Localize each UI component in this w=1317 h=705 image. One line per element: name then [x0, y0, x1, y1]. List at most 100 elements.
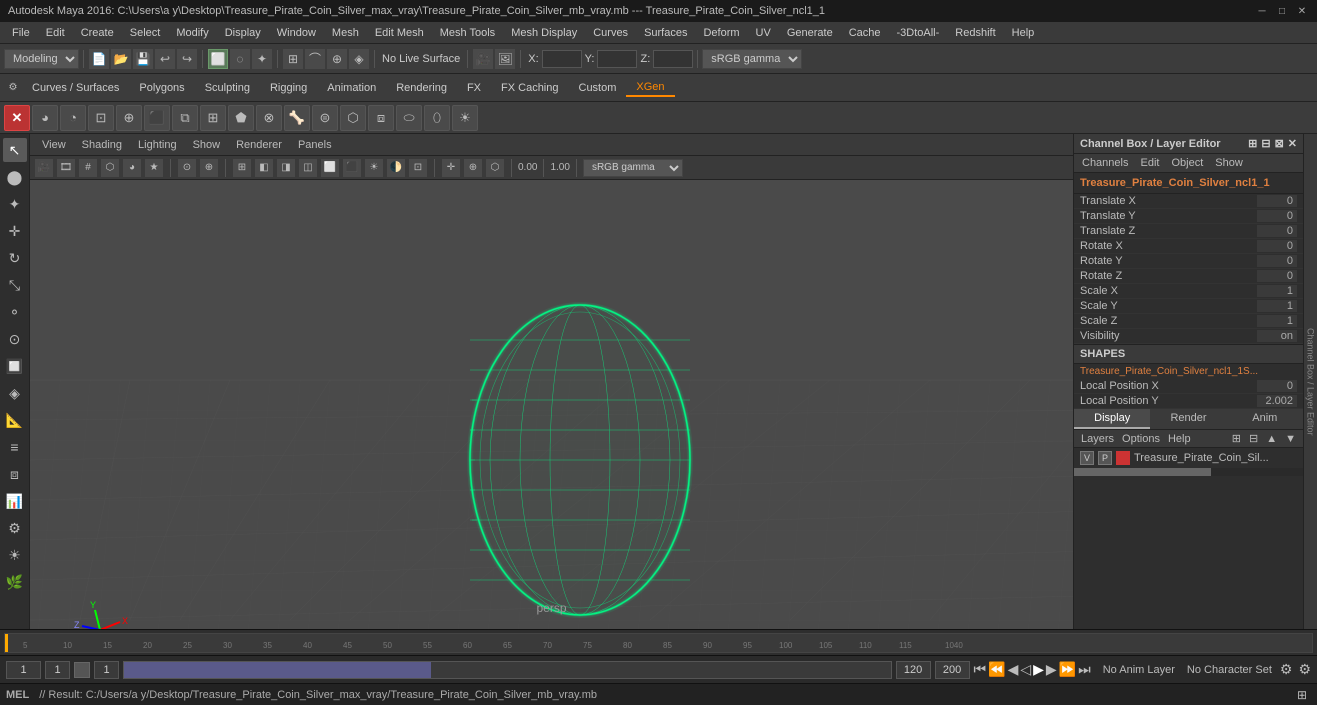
- snap-surface-icon[interactable]: ◈: [349, 49, 369, 69]
- outliner-icon[interactable]: ≡: [3, 435, 27, 459]
- view-tab-shading[interactable]: Shading: [74, 139, 130, 151]
- vp-select2-icon[interactable]: ⬡: [486, 159, 504, 177]
- snap-curve-icon[interactable]: ⌒: [305, 49, 325, 69]
- snap2-tool[interactable]: ◈: [3, 381, 27, 405]
- channel-local-pos-x[interactable]: Local Position X 0: [1074, 379, 1303, 394]
- move-lasso-tool[interactable]: ⬤: [3, 165, 27, 189]
- menu-edit[interactable]: Edit: [38, 22, 73, 43]
- vp-shadow-icon[interactable]: 🌓: [387, 159, 405, 177]
- tab-anim[interactable]: Anim: [1227, 409, 1303, 429]
- menu-select[interactable]: Select: [122, 22, 169, 43]
- render-icon[interactable]: 🖼: [495, 49, 515, 69]
- vp-shading4-icon[interactable]: ◫: [299, 159, 317, 177]
- timeline[interactable]: 5 10 15 20 25 30 35 40 45 50 55 60 65 70…: [0, 629, 1317, 655]
- tab-fx[interactable]: FX: [457, 80, 491, 96]
- select-mode-icon[interactable]: ⬜: [208, 49, 228, 69]
- vp-isolate-icon[interactable]: ⊙: [178, 159, 196, 177]
- view-tab-panels[interactable]: Panels: [290, 139, 340, 151]
- layer-add-icon[interactable]: ⊞: [1229, 432, 1244, 445]
- light-icon[interactable]: ☀: [452, 105, 478, 131]
- play-fwd-button[interactable]: ▶: [1033, 661, 1044, 678]
- joint-icon[interactable]: ⊗: [256, 105, 282, 131]
- workspace-dropdown[interactable]: Modeling: [4, 49, 79, 69]
- snap-point-icon[interactable]: ⊕: [327, 49, 347, 69]
- object-icon[interactable]: ⬛: [144, 105, 170, 131]
- layer-scrollbar[interactable]: [1074, 468, 1303, 476]
- color-space-dropdown[interactable]: sRGB gamma: [583, 159, 683, 177]
- paint-select-icon[interactable]: ✦: [252, 49, 272, 69]
- menu-display[interactable]: Display: [217, 22, 269, 43]
- tab-render[interactable]: Render: [1150, 409, 1226, 429]
- snap-tool[interactable]: 🔲: [3, 354, 27, 378]
- timeline-track[interactable]: 5 10 15 20 25 30 35 40 45 50 55 60 65 70…: [4, 633, 1313, 653]
- layers-icon[interactable]: ⧈: [368, 105, 394, 131]
- window-controls[interactable]: ─ □ ✕: [1255, 4, 1309, 18]
- ik-icon[interactable]: 🦴: [284, 105, 310, 131]
- channel-scale-y[interactable]: Scale Y 1: [1074, 299, 1303, 314]
- save-icon[interactable]: 💾: [133, 49, 153, 69]
- redo-icon[interactable]: ↪: [177, 49, 197, 69]
- view-tab-show[interactable]: Show: [185, 139, 229, 151]
- z-input[interactable]: [653, 50, 693, 68]
- view-tab-lighting[interactable]: Lighting: [130, 139, 185, 151]
- menu-window[interactable]: Window: [269, 22, 324, 43]
- vp-manip-icon[interactable]: ⊕: [464, 159, 482, 177]
- x-icon[interactable]: ✕: [4, 105, 30, 131]
- vp-snap-icon[interactable]: ⊕: [200, 159, 218, 177]
- menu-redshift[interactable]: Redshift: [947, 22, 1003, 43]
- play-back-button[interactable]: ◁: [1020, 661, 1031, 678]
- tab-display[interactable]: Display: [1074, 409, 1150, 429]
- xgen-tool[interactable]: 🌿: [3, 570, 27, 594]
- viewport-3d[interactable]: X Y Z persp: [30, 180, 1073, 629]
- tab-sculpting[interactable]: Sculpting: [195, 80, 260, 96]
- paint-tool[interactable]: ✦: [3, 192, 27, 216]
- layer-scrollbar-thumb[interactable]: [1074, 468, 1211, 476]
- channel-icon[interactable]: 📊: [3, 489, 27, 513]
- channel-rotate-x[interactable]: Rotate X 0: [1074, 239, 1303, 254]
- cb-collapse-icon[interactable]: ⊟: [1261, 137, 1270, 150]
- cluster-icon[interactable]: ⊜: [312, 105, 338, 131]
- layer-up-icon[interactable]: ▲: [1263, 433, 1280, 445]
- new-file-icon[interactable]: 📄: [89, 49, 109, 69]
- vp-resolution-icon[interactable]: ⊞: [233, 159, 251, 177]
- tab-curves-surfaces[interactable]: Curves / Surfaces: [22, 80, 129, 96]
- menu-generate[interactable]: Generate: [779, 22, 841, 43]
- layer-remove-icon[interactable]: ⊟: [1246, 432, 1261, 445]
- prev-frame-button[interactable]: ◀: [1008, 661, 1019, 678]
- tab-custom[interactable]: Custom: [569, 80, 627, 96]
- ch-menu-edit[interactable]: Edit: [1136, 156, 1163, 170]
- status-grid-icon[interactable]: ⊞: [1293, 686, 1311, 704]
- start-frame-input[interactable]: [45, 661, 70, 679]
- layer-visibility-toggle[interactable]: V: [1080, 451, 1094, 465]
- lasso-icon[interactable]: ◌: [230, 49, 250, 69]
- ch-menu-object[interactable]: Object: [1167, 156, 1207, 170]
- menu-modify[interactable]: Modify: [168, 22, 216, 43]
- cb-expand-icon[interactable]: ⊞: [1248, 137, 1257, 150]
- ch-menu-channels[interactable]: Channels: [1078, 156, 1132, 170]
- vp-quality-icon[interactable]: ★: [145, 159, 163, 177]
- channel-rotate-z[interactable]: Rotate Z 0: [1074, 269, 1303, 284]
- blend-icon[interactable]: ⬡: [340, 105, 366, 131]
- attribute-editor-tab[interactable]: Channel Box / Layer Editor: [1303, 134, 1317, 629]
- layer-menu-layers[interactable]: Layers: [1078, 433, 1117, 445]
- material-icon[interactable]: ⬭: [396, 105, 422, 131]
- measure-tool[interactable]: 📐: [3, 408, 27, 432]
- tab-fx-caching[interactable]: FX Caching: [491, 80, 568, 96]
- vp-move2-icon[interactable]: ✛: [442, 159, 460, 177]
- cb-float-icon[interactable]: ⊠: [1275, 137, 1284, 150]
- lattice-icon[interactable]: ⬟: [228, 105, 254, 131]
- open-file-icon[interactable]: 📂: [111, 49, 131, 69]
- menu-edit-mesh[interactable]: Edit Mesh: [367, 22, 432, 43]
- menu-uv[interactable]: UV: [748, 22, 779, 43]
- menu-mesh[interactable]: Mesh: [324, 22, 367, 43]
- view-tab-view[interactable]: View: [34, 139, 74, 151]
- layer-icon2[interactable]: ⧈: [3, 462, 27, 486]
- duplicate-icon[interactable]: ⊞: [200, 105, 226, 131]
- channel-translate-y[interactable]: Translate Y 0: [1074, 209, 1303, 224]
- vp-smooth-icon[interactable]: ◕: [123, 159, 141, 177]
- channel-rotate-y[interactable]: Rotate Y 0: [1074, 254, 1303, 269]
- texture-icon[interactable]: ⬯: [424, 105, 450, 131]
- group-icon[interactable]: ⧉: [172, 105, 198, 131]
- x-input[interactable]: [542, 50, 582, 68]
- menu-mesh-tools[interactable]: Mesh Tools: [432, 22, 503, 43]
